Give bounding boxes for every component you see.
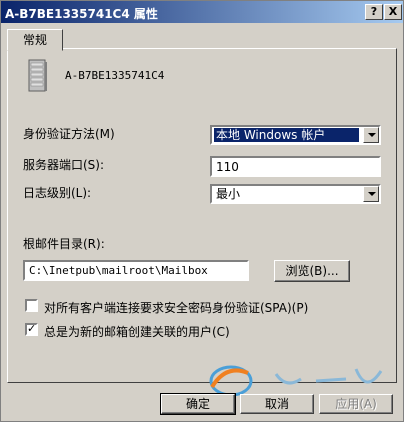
log-level-value: 最小 bbox=[216, 187, 241, 201]
auth-method-value: 本地 Windows 帐户 bbox=[214, 128, 359, 142]
log-level-label: 日志级别(L): bbox=[23, 186, 92, 200]
server-icon bbox=[28, 59, 47, 92]
log-level-select[interactable]: 最小 bbox=[210, 184, 381, 204]
close-button[interactable]: X bbox=[384, 4, 402, 20]
port-label: 服务器端口(S): bbox=[23, 158, 105, 172]
create-user-label: 总是为新的邮箱创建关联的用户(C) bbox=[44, 325, 230, 339]
window-title: A-B7BE1335741C4 属性 bbox=[5, 7, 158, 21]
auth-method-label: 身份验证方法(M) bbox=[23, 127, 115, 141]
properties-dialog: A-B7BE1335741C4 属性 ? X 常规 A-B7BE1335741C… bbox=[0, 0, 404, 422]
cancel-button[interactable]: 取消 bbox=[240, 394, 314, 414]
root-dir-label: 根邮件目录(R): bbox=[23, 237, 105, 251]
title-bar[interactable]: A-B7BE1335741C4 属性 ? X bbox=[1, 1, 403, 23]
help-button[interactable]: ? bbox=[365, 4, 383, 20]
chevron-down-icon[interactable] bbox=[363, 186, 379, 202]
ok-button[interactable]: 确定 bbox=[160, 393, 236, 415]
browse-button[interactable]: 浏览(B)... bbox=[274, 260, 350, 282]
root-dir-value: C:\Inetpub\mailroot\Mailbox bbox=[29, 264, 208, 277]
checkmark-icon: ✓ bbox=[27, 322, 37, 335]
tab-general[interactable]: 常规 bbox=[7, 29, 63, 51]
create-user-checkbox[interactable]: ✓ bbox=[25, 322, 38, 336]
spa-checkbox[interactable] bbox=[25, 299, 38, 312]
apply-button[interactable]: 应用(A) bbox=[319, 394, 393, 414]
port-value: 110 bbox=[216, 160, 239, 174]
root-dir-input[interactable]: C:\Inetpub\mailroot\Mailbox bbox=[23, 260, 249, 281]
port-input[interactable]: 110 bbox=[210, 156, 381, 177]
spa-label: 对所有客户端连接要求安全密码身份验证(SPA)(P) bbox=[44, 301, 309, 315]
chevron-down-icon[interactable] bbox=[363, 127, 379, 143]
server-name: A-B7BE1335741C4 bbox=[65, 69, 165, 82]
auth-method-select[interactable]: 本地 Windows 帐户 bbox=[210, 125, 381, 145]
